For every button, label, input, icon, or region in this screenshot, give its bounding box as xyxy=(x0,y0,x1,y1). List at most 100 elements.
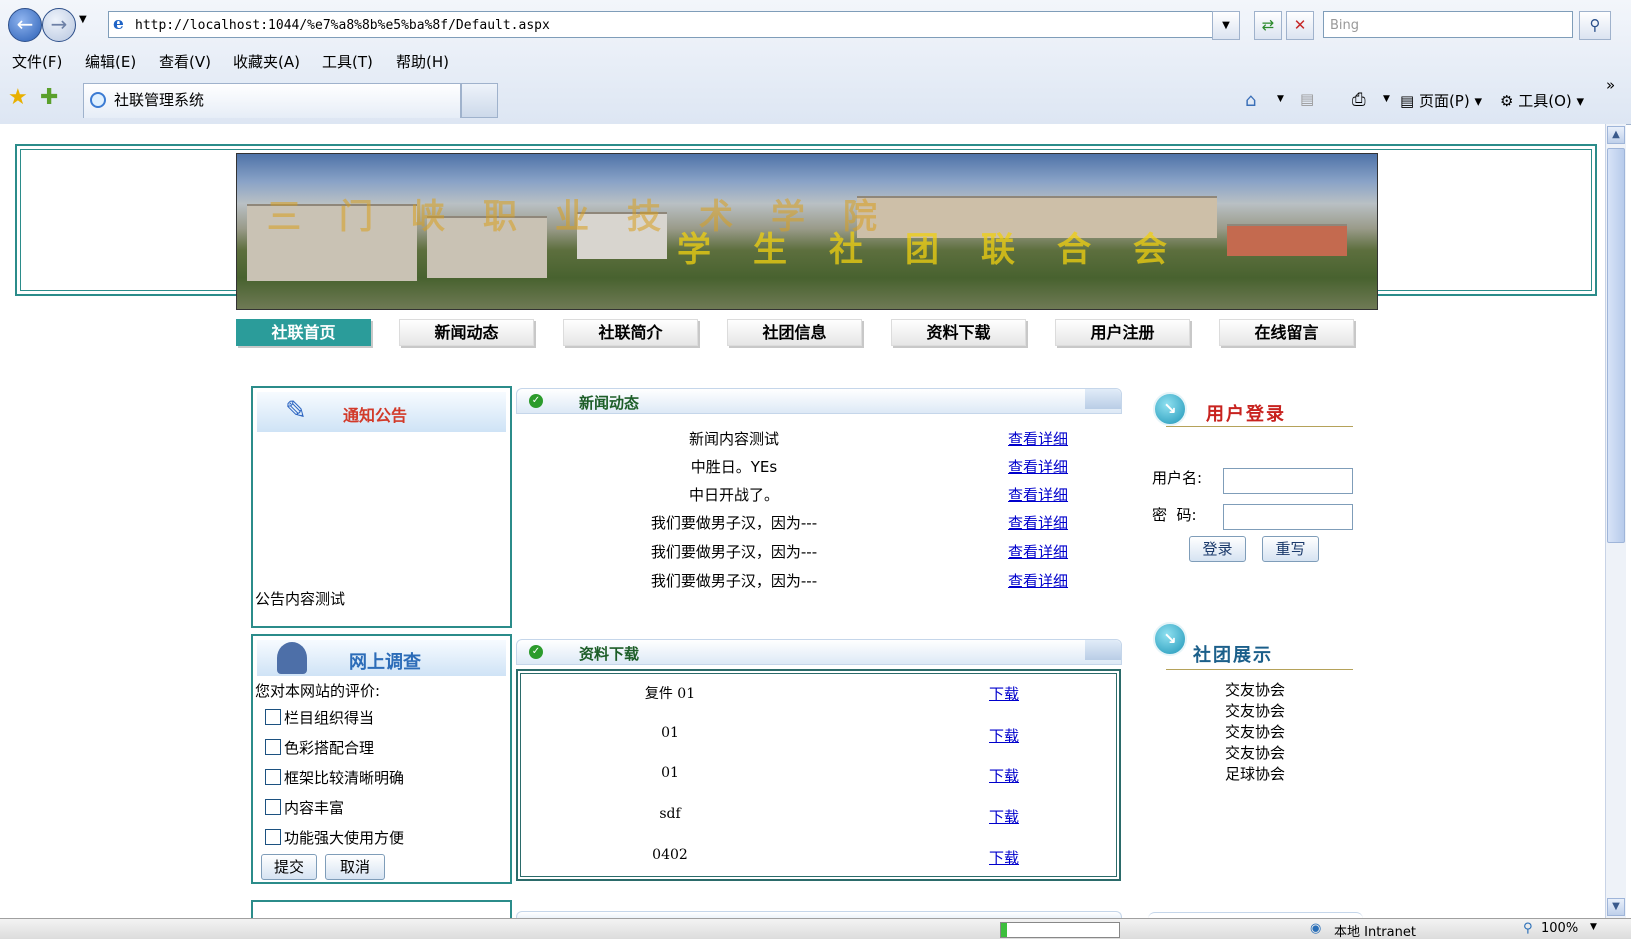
page-menu-label: 页面(P) xyxy=(1418,92,1470,110)
check-icon: ✓ xyxy=(529,645,543,659)
chevron-more-icon[interactable]: » xyxy=(1606,76,1615,94)
news-item-link-3[interactable]: 查看详细 xyxy=(1008,484,1068,505)
survey-option-1: 栏目组织得当 xyxy=(284,709,375,727)
browser-chrome: ← → ▼ e http://localhost:1044/%e7%a8%8b%… xyxy=(0,0,1631,125)
download-link-1[interactable]: 下载 xyxy=(989,683,1019,704)
address-dropdown-icon[interactable]: ▼ xyxy=(1212,11,1240,40)
news-item-text-6: 我们要做男子汉，因为--- xyxy=(650,572,818,590)
news-item-link-1[interactable]: 查看详细 xyxy=(1008,428,1068,449)
news-item-link-5[interactable]: 查看详细 xyxy=(1008,541,1068,562)
gear-icon: ⚙ xyxy=(1500,92,1514,110)
survey-cancel-button[interactable]: 取消 xyxy=(325,854,385,880)
menu-edit[interactable]: 编辑(E) xyxy=(85,51,136,72)
download-link-2[interactable]: 下载 xyxy=(989,725,1019,746)
survey-checkbox-3[interactable] xyxy=(265,769,281,785)
survey-checkbox-5[interactable] xyxy=(265,829,281,845)
home-icon[interactable]: ⌂ xyxy=(1245,90,1256,111)
menu-view[interactable]: 查看(V) xyxy=(159,51,211,72)
nav-guestbook[interactable]: 在线留言 xyxy=(1219,319,1354,346)
menu-tools[interactable]: 工具(T) xyxy=(322,51,373,72)
tab-bar: ★ ✚ 社联管理系统 ⌂ ▼ ▤ ⎙ ▼ ▤ 页面(P) ▾ ⚙ 工具(O) ▾… xyxy=(0,76,1631,122)
center-next-header xyxy=(516,911,1122,918)
clubs-arrow-icon: ↘ xyxy=(1153,622,1187,656)
download-name-1: 复件 01 xyxy=(644,686,696,702)
left-next-panel xyxy=(251,900,512,918)
new-tab-button[interactable] xyxy=(461,83,498,118)
nav-news[interactable]: 新闻动态 xyxy=(399,319,534,346)
scroll-down-arrow-icon[interactable]: ▼ xyxy=(1607,898,1625,916)
download-name-2: 01 xyxy=(661,725,679,741)
stop-icon[interactable]: ✕ xyxy=(1286,11,1314,40)
survey-checkbox-4[interactable] xyxy=(265,799,281,815)
notice-panel: ✎ 通知公告 公告内容测试 xyxy=(251,386,512,628)
banner-image: 三门峡职业技术学院 学生社团联合会 xyxy=(236,153,1378,310)
menu-file[interactable]: 文件(F) xyxy=(12,51,62,72)
home-dropdown-icon[interactable]: ▼ xyxy=(1277,94,1284,104)
download-link-5[interactable]: 下载 xyxy=(989,847,1019,868)
zoom-icon: ⚲ xyxy=(1523,921,1533,936)
vertical-scrollbar[interactable]: ▲ ▼ xyxy=(1605,124,1626,918)
survey-panel: 网上调查 您对本网站的评价: 栏目组织得当 色彩搭配合理 框架比较清晰明确 内容… xyxy=(251,634,512,884)
password-input[interactable] xyxy=(1223,504,1353,530)
survey-title: 网上调查 xyxy=(349,652,421,673)
download-name-3: 01 xyxy=(661,765,679,781)
zoom-dropdown-icon[interactable]: ▼ xyxy=(1590,922,1597,932)
news-item-text-3: 中日开战了。 xyxy=(688,486,779,504)
download-link-4[interactable]: 下载 xyxy=(989,806,1019,827)
menu-help[interactable]: 帮助(H) xyxy=(396,51,449,72)
survey-person-icon xyxy=(277,642,307,674)
back-arrow-icon[interactable]: ← xyxy=(8,8,42,42)
forward-arrow-icon[interactable]: → xyxy=(42,8,76,42)
downloads-title: 资料下载 xyxy=(579,645,640,663)
zoom-level[interactable]: 100% xyxy=(1541,921,1578,936)
club-item-1[interactable]: 交友协会 xyxy=(1220,680,1290,701)
news-item-link-2[interactable]: 查看详细 xyxy=(1008,456,1068,477)
club-item-3[interactable]: 交友协会 xyxy=(1220,722,1290,743)
downloads-header: ✓ 资料下载 xyxy=(516,639,1122,665)
feeds-icon[interactable]: ▤ xyxy=(1300,90,1314,108)
nav-clubs[interactable]: 社团信息 xyxy=(727,319,862,346)
survey-checkbox-1[interactable] xyxy=(265,709,281,725)
tab-page[interactable]: 社联管理系统 xyxy=(83,83,461,118)
login-title-underline xyxy=(1166,426,1353,427)
history-dropdown-icon[interactable]: ▼ xyxy=(79,14,87,25)
address-bar[interactable]: e http://localhost:1044/%e7%a8%8b%e5%ba%… xyxy=(108,11,1238,38)
nav-intro[interactable]: 社联简介 xyxy=(563,319,698,346)
scroll-up-arrow-icon[interactable]: ▲ xyxy=(1607,126,1625,144)
notice-content: 公告内容测试 xyxy=(255,590,346,608)
add-favorite-icon[interactable]: ✚ xyxy=(40,85,58,110)
club-item-4[interactable]: 交友协会 xyxy=(1220,743,1290,764)
notice-header: ✎ 通知公告 xyxy=(257,392,506,432)
print-dropdown-icon[interactable]: ▼ xyxy=(1383,94,1390,104)
login-button[interactable]: 登录 xyxy=(1189,536,1246,562)
login-arrow-icon: ↘ xyxy=(1153,392,1187,426)
refresh-icon[interactable]: ⇄ xyxy=(1254,11,1282,40)
reset-button[interactable]: 重写 xyxy=(1262,536,1319,562)
club-item-2[interactable]: 交友协会 xyxy=(1220,701,1290,722)
tools-menu[interactable]: ⚙ 工具(O) ▾ xyxy=(1500,90,1584,111)
search-icon[interactable]: ⚲ xyxy=(1579,11,1611,40)
news-item-link-6[interactable]: 查看详细 xyxy=(1008,570,1068,591)
survey-option-4: 内容丰富 xyxy=(284,799,345,817)
news-item-text-2: 中胜日。YEs xyxy=(690,458,778,476)
favorites-star-icon[interactable]: ★ xyxy=(8,85,28,110)
nav-home[interactable]: 社联首页 xyxy=(236,319,371,346)
menu-favorites[interactable]: 收藏夹(A) xyxy=(233,51,300,72)
tools-menu-label: 工具(O) xyxy=(1518,92,1572,110)
survey-checkbox-2[interactable] xyxy=(265,739,281,755)
page-menu[interactable]: ▤ 页面(P) ▾ xyxy=(1400,90,1482,111)
nav-register[interactable]: 用户注册 xyxy=(1055,319,1190,346)
nav-downloads[interactable]: 资料下载 xyxy=(891,319,1026,346)
print-icon[interactable]: ⎙ xyxy=(1352,90,1366,110)
news-item-link-4[interactable]: 查看详细 xyxy=(1008,512,1068,533)
username-input[interactable] xyxy=(1223,468,1353,494)
login-title: 用户登录 xyxy=(1206,404,1286,425)
progress-bar xyxy=(1000,922,1120,938)
club-item-5[interactable]: 足球协会 xyxy=(1220,764,1290,785)
menu-bar: 文件(F) 编辑(E) 查看(V) 收藏夹(A) 工具(T) 帮助(H) xyxy=(0,46,1631,74)
search-input[interactable]: Bing xyxy=(1323,11,1573,38)
scroll-thumb[interactable] xyxy=(1607,148,1625,543)
survey-submit-button[interactable]: 提交 xyxy=(261,854,317,880)
news-header-tab xyxy=(1085,389,1121,409)
download-link-3[interactable]: 下载 xyxy=(989,765,1019,786)
